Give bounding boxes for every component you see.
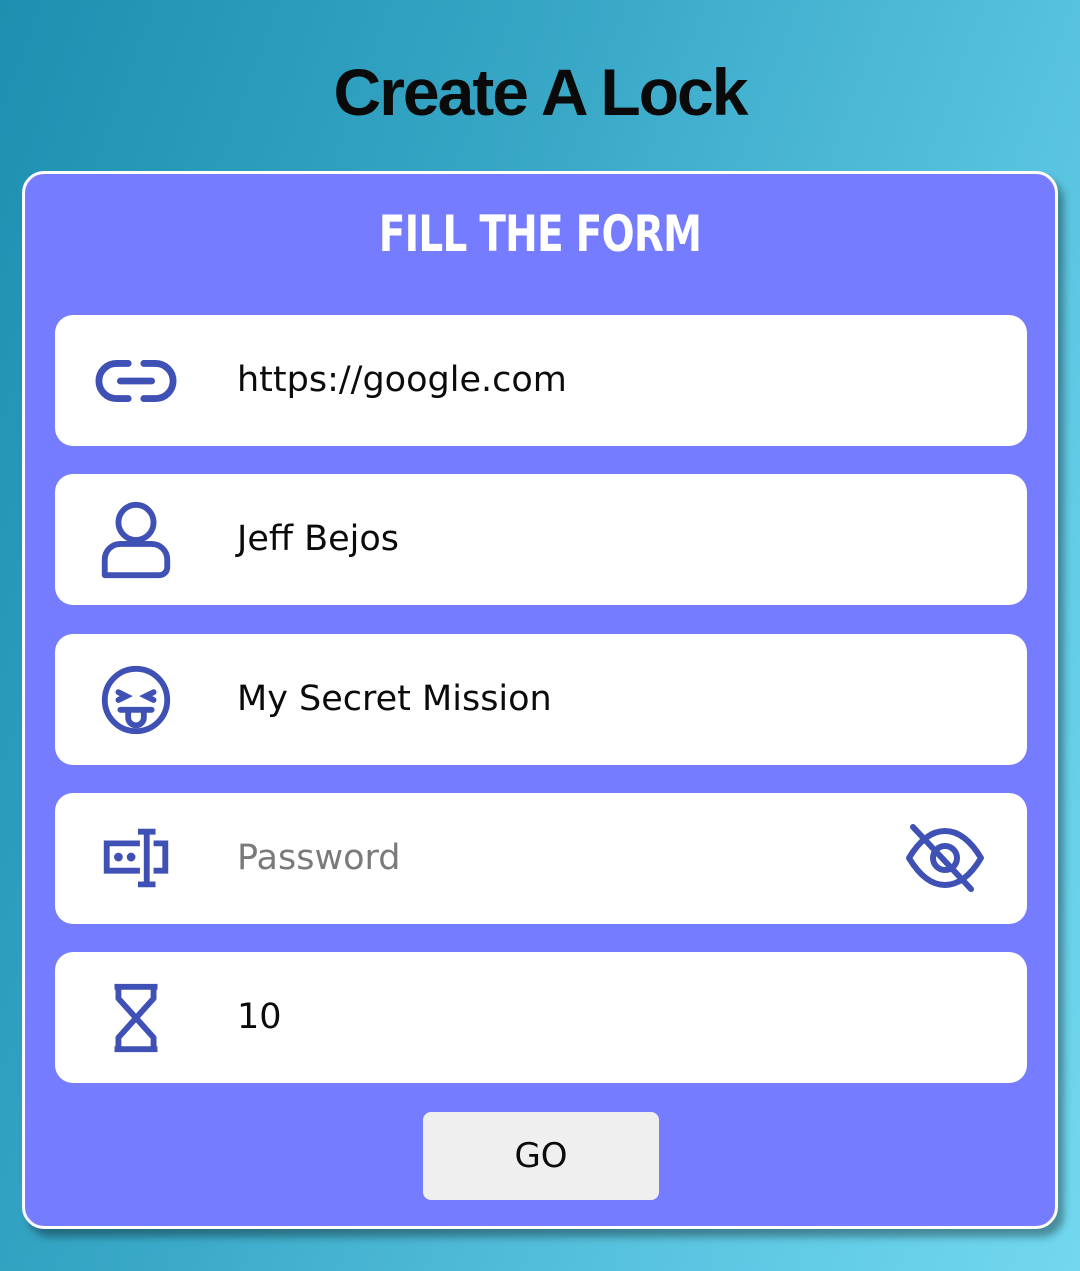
page-title: Create A Lock [333,55,749,129]
password-input[interactable]: Password [237,793,400,924]
password-field[interactable]: Password [55,793,1027,924]
duration-input[interactable]: 10 [237,952,282,1083]
form-heading: FILL THE FORM [378,205,702,263]
name-input[interactable]: Jeff Bejos [237,474,399,605]
password-field-icon [95,818,177,900]
duration-field[interactable]: 10 [55,952,1027,1083]
title-field[interactable]: My Secret Mission [55,634,1027,765]
url-field[interactable]: https://google.com [55,315,1027,446]
title-input[interactable]: My Secret Mission [237,634,552,765]
tongue-emoji-icon [95,659,177,741]
user-icon [95,499,177,581]
link-icon [95,340,177,422]
name-field[interactable]: Jeff Bejos [55,474,1027,605]
url-input[interactable]: https://google.com [237,315,567,446]
eye-off-icon[interactable] [905,823,985,893]
lock-form-card: FILL THE FORM https://google.com Jeff Be… [22,171,1058,1229]
go-button[interactable]: GO [423,1112,659,1200]
hourglass-icon [95,977,177,1059]
